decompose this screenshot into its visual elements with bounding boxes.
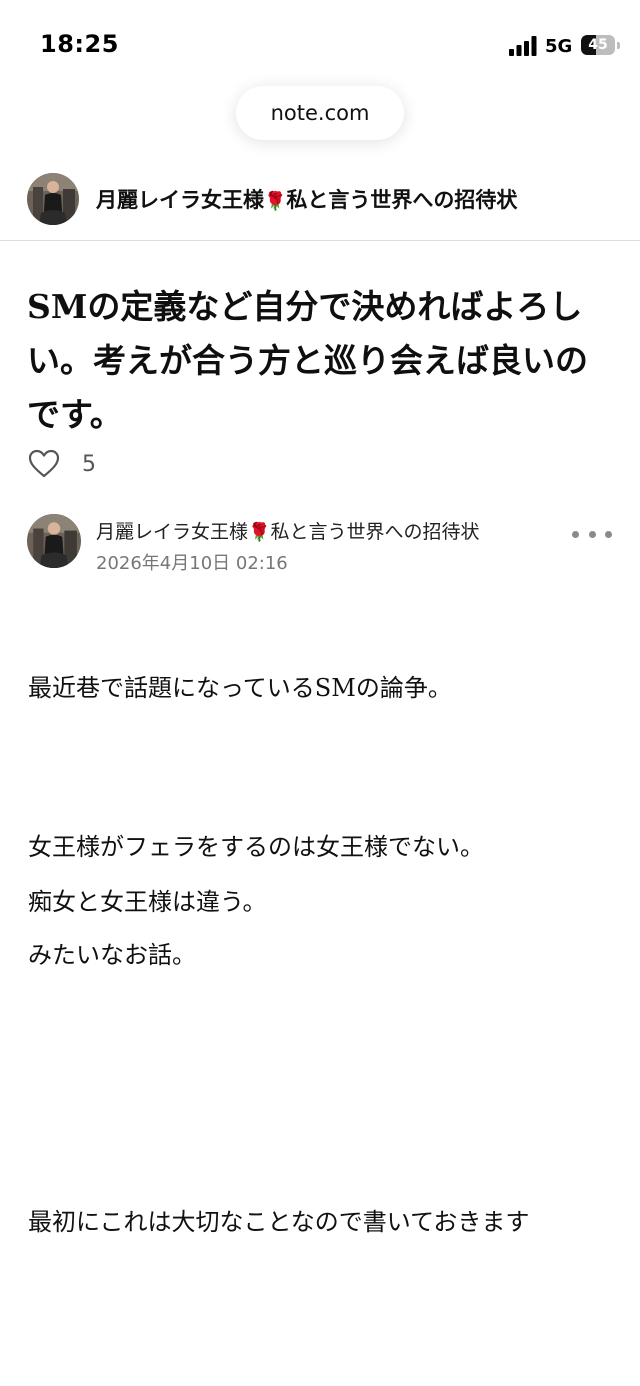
heart-icon[interactable] xyxy=(28,449,60,479)
post-date: 2026年4月10日 02:16 xyxy=(96,553,288,574)
author-name-subtitle: 私と言う世界への招待状 xyxy=(270,521,480,543)
status-time: 18:25 xyxy=(40,30,119,58)
like-count: 5 xyxy=(82,451,96,477)
like-row: 5 xyxy=(28,446,96,482)
battery-icon: 45 xyxy=(581,35,621,57)
blog-name-subtitle: 私と言う世界への招待状 xyxy=(286,188,518,212)
blog-header[interactable]: 月麗レイラ女王様🌹私と言う世界への招待状 xyxy=(0,168,640,241)
body-paragraph: みたいなお話。 xyxy=(28,941,196,969)
rose-icon: 🌹 xyxy=(264,191,287,212)
author-avatar[interactable] xyxy=(27,514,81,568)
body-paragraph: 最近巷で話題になっているSMの論争。 xyxy=(28,674,452,702)
note-article-page: 18:25 5G 45 note.com 月麗レイラ女王様🌹私と言う世界への招待… xyxy=(0,0,640,1386)
author-row: 月麗レイラ女王様🌹私と言う世界への招待状 2026年4月10日 02:16 xyxy=(0,512,640,574)
author-name[interactable]: 月麗レイラ女王様🌹私と言う世界への招待状 xyxy=(96,517,479,544)
url-text: note.com xyxy=(270,101,370,125)
article-title: SMの定義など自分で決めればよろしい。考えが合う方と巡り会えば良いのです。 xyxy=(27,287,588,434)
more-icon[interactable] xyxy=(572,522,612,546)
body-paragraph: 最初にこれは大切なことなので書いておきます xyxy=(28,1208,530,1236)
blog-name-text: 月麗レイラ女王様 xyxy=(96,188,264,212)
rose-icon: 🌹 xyxy=(248,522,271,543)
battery-level: 45 xyxy=(588,37,608,53)
author-name-text: 月麗レイラ女王様 xyxy=(96,521,249,543)
blog-avatar[interactable] xyxy=(27,173,79,225)
blog-name[interactable]: 月麗レイラ女王様🌹私と言う世界への招待状 xyxy=(96,184,517,214)
status-bar: 18:25 5G 45 xyxy=(0,0,640,92)
network-type: 5G xyxy=(545,36,573,57)
body-paragraph: 痴女と女王様は違う。 xyxy=(28,888,267,916)
url-bar[interactable]: note.com xyxy=(236,86,404,140)
body-paragraph: 女王様がフェラをするのは女王様でない。 xyxy=(28,833,484,861)
signal-icon xyxy=(509,36,537,56)
